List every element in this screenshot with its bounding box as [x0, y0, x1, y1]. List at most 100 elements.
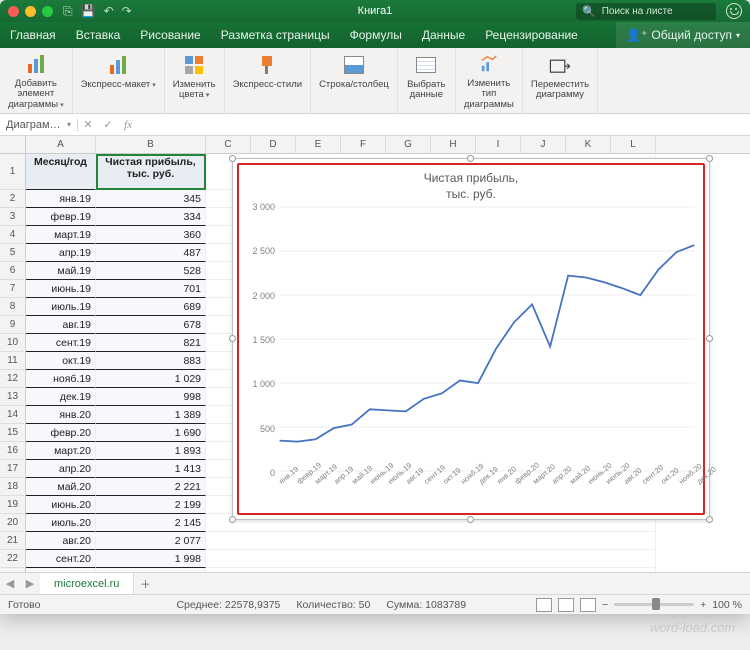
- row-header[interactable]: 19: [0, 496, 26, 514]
- cell[interactable]: 1 029: [96, 370, 206, 388]
- worksheet-grid[interactable]: ABCDEFGHIJKL 1Месяц/годЧистая прибыль, т…: [0, 136, 750, 572]
- ribbon-экспресс-макет[interactable]: Экспресс-макет: [73, 48, 165, 113]
- cell[interactable]: май.19: [26, 262, 96, 280]
- ribbon-изменить-тип-диаграммы[interactable]: Изменитьтипдиаграммы: [456, 48, 523, 113]
- tab-home[interactable]: Главная: [0, 22, 66, 48]
- row-header[interactable]: 16: [0, 442, 26, 460]
- search-input[interactable]: [600, 5, 710, 18]
- cell[interactable]: 1 893: [96, 442, 206, 460]
- cell[interactable]: 2 077: [96, 532, 206, 550]
- select-all-corner[interactable]: [0, 136, 26, 153]
- row-header[interactable]: 6: [0, 262, 26, 280]
- resize-handle[interactable]: [229, 516, 236, 523]
- view-normal-icon[interactable]: [536, 598, 552, 612]
- view-page-break-icon[interactable]: [580, 598, 596, 612]
- col-header-J[interactable]: J: [521, 136, 566, 153]
- plot-area[interactable]: 05001 0001 5002 0002 5003 000янв.19февр.…: [279, 207, 695, 471]
- cell[interactable]: 689: [96, 298, 206, 316]
- col-header-A[interactable]: A: [26, 136, 96, 153]
- row-header[interactable]: 7: [0, 280, 26, 298]
- cell[interactable]: 345: [96, 190, 206, 208]
- ribbon-экспресс-стили[interactable]: Экспресс-стили: [225, 48, 311, 113]
- cell[interactable]: 821: [96, 334, 206, 352]
- row-header[interactable]: 22: [0, 550, 26, 568]
- cell[interactable]: авг.20: [26, 532, 96, 550]
- col-header-G[interactable]: G: [386, 136, 431, 153]
- view-page-layout-icon[interactable]: [558, 598, 574, 612]
- tab-page-layout[interactable]: Разметка страницы: [211, 22, 340, 48]
- cell[interactable]: сент.19: [26, 334, 96, 352]
- share-button[interactable]: 👤⁺Общий доступ▾: [616, 22, 750, 48]
- resize-handle[interactable]: [706, 516, 713, 523]
- row-header[interactable]: 21: [0, 532, 26, 550]
- cell[interactable]: 487: [96, 244, 206, 262]
- chart-title[interactable]: Чистая прибыль,тыс. руб.: [233, 171, 709, 202]
- row-header[interactable]: 8: [0, 298, 26, 316]
- cell[interactable]: янв.20: [26, 406, 96, 424]
- close-window-button[interactable]: [8, 6, 19, 17]
- row-header[interactable]: 14: [0, 406, 26, 424]
- cell[interactable]: сент.20: [26, 550, 96, 568]
- cell[interactable]: 2 199: [96, 496, 206, 514]
- sheet-nav-next[interactable]: ▶: [20, 577, 40, 590]
- cell[interactable]: 2 145: [96, 514, 206, 532]
- cell[interactable]: 1 389: [96, 406, 206, 424]
- cell[interactable]: февр.20: [26, 424, 96, 442]
- cell[interactable]: июнь.19: [26, 280, 96, 298]
- cell[interactable]: 1 690: [96, 424, 206, 442]
- col-header-K[interactable]: K: [566, 136, 611, 153]
- zoom-out-button[interactable]: −: [602, 599, 608, 611]
- cell[interactable]: нояб.19: [26, 370, 96, 388]
- row-header[interactable]: 17: [0, 460, 26, 478]
- cell[interactable]: 678: [96, 316, 206, 334]
- cell[interactable]: 1 413: [96, 460, 206, 478]
- cell[interactable]: апр.20: [26, 460, 96, 478]
- col-header-H[interactable]: H: [431, 136, 476, 153]
- zoom-level[interactable]: 100 %: [712, 599, 742, 611]
- resize-handle[interactable]: [229, 155, 236, 162]
- row-header[interactable]: 3: [0, 208, 26, 226]
- row-header[interactable]: 9: [0, 316, 26, 334]
- resize-handle[interactable]: [229, 335, 236, 342]
- row-header[interactable]: 12: [0, 370, 26, 388]
- zoom-slider[interactable]: [614, 603, 694, 606]
- row-header[interactable]: 10: [0, 334, 26, 352]
- col-header-L[interactable]: L: [611, 136, 656, 153]
- resize-handle[interactable]: [467, 516, 474, 523]
- feedback-icon[interactable]: [726, 3, 742, 19]
- row-header[interactable]: 15: [0, 424, 26, 442]
- row-header[interactable]: 4: [0, 226, 26, 244]
- sheet-search[interactable]: 🔍: [576, 3, 716, 20]
- cell[interactable]: янв.19: [26, 190, 96, 208]
- name-box[interactable]: Диаграм…▾: [0, 119, 78, 131]
- row-header[interactable]: 5: [0, 244, 26, 262]
- qat-save-icon[interactable]: 💾: [81, 4, 96, 18]
- col-header-B[interactable]: B: [96, 136, 206, 153]
- tab-insert[interactable]: Вставка: [66, 22, 131, 48]
- col-header-E[interactable]: E: [296, 136, 341, 153]
- ribbon-переместить-диаграмму[interactable]: Переместитьдиаграмму: [523, 48, 598, 113]
- cell[interactable]: дек.19: [26, 388, 96, 406]
- ribbon-добавить-элемент-диаграммы[interactable]: Добавитьэлементдиаграммы: [0, 48, 73, 113]
- cell[interactable]: 998: [96, 388, 206, 406]
- row-header[interactable]: 18: [0, 478, 26, 496]
- cell[interactable]: Чистая прибыль, тыс. руб.: [96, 154, 206, 190]
- col-header-I[interactable]: I: [476, 136, 521, 153]
- resize-handle[interactable]: [706, 335, 713, 342]
- cell[interactable]: Месяц/год: [26, 154, 96, 190]
- qat-redo-icon[interactable]: ↷: [122, 4, 132, 18]
- col-header-D[interactable]: D: [251, 136, 296, 153]
- ribbon-изменить-цвета[interactable]: Изменитьцвета: [165, 48, 225, 113]
- tab-formulas[interactable]: Формулы: [340, 22, 412, 48]
- cell[interactable]: июнь.20: [26, 496, 96, 514]
- resize-handle[interactable]: [706, 155, 713, 162]
- row-header[interactable]: 2: [0, 190, 26, 208]
- tab-review[interactable]: Рецензирование: [475, 22, 588, 48]
- qat-autosave-icon[interactable]: ⎘: [63, 4, 73, 19]
- embedded-chart[interactable]: Чистая прибыль,тыс. руб. 05001 0001 5002…: [232, 158, 710, 520]
- cell[interactable]: февр.19: [26, 208, 96, 226]
- cell[interactable]: март.20: [26, 442, 96, 460]
- qat-undo-icon[interactable]: ↶: [104, 4, 114, 18]
- cell[interactable]: апр.19: [26, 244, 96, 262]
- add-sheet-button[interactable]: ＋: [134, 576, 156, 592]
